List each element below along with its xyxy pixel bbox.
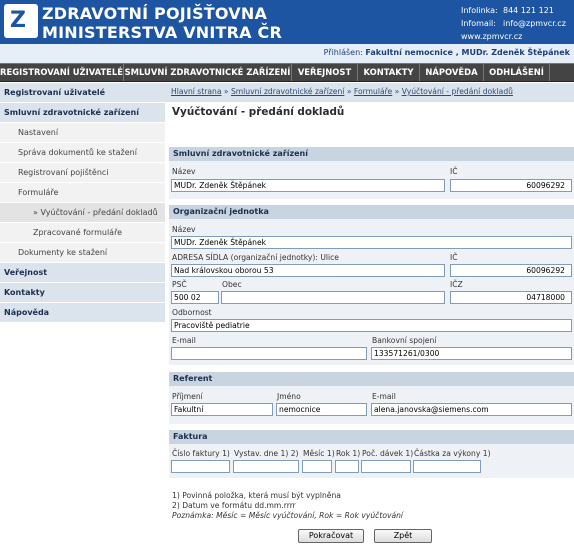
org-ic-field[interactable]: 60096292 xyxy=(450,264,572,277)
org-odbornost-field[interactable]: Pracoviště pediatrie xyxy=(171,319,572,332)
org-name-line2: MINISTERSTVA VNITRA ČR xyxy=(42,23,282,42)
logo-letter: Z xyxy=(10,8,26,33)
referent-email-label: E-mail xyxy=(372,392,396,401)
org-name-field[interactable]: MUDr. Zdeněk Štěpánek xyxy=(171,236,572,249)
faktura-mesic-label: Měsíc 1) xyxy=(303,449,335,458)
nav-registrovani-uzivatele[interactable]: REGISTROVANÍ UŽIVATELÉ xyxy=(0,64,124,81)
org-ic-label: IČ xyxy=(450,253,458,262)
org-icz-field[interactable]: 04718000 xyxy=(450,291,572,304)
faktura-davek-field[interactable] xyxy=(361,460,411,473)
faktura-vystav-field[interactable] xyxy=(233,460,299,473)
sidebar-item-formulare[interactable]: Formuláře xyxy=(0,183,165,203)
referent-firstname-field[interactable]: nemocnice xyxy=(276,403,367,416)
note-required: 1) Povinná položka, která musí být vypln… xyxy=(172,491,341,500)
breadcrumb: Hlavní strana » Smluvní zdravotnické zař… xyxy=(165,83,574,102)
sidebar-item-nastaveni[interactable]: Nastavení xyxy=(0,123,165,143)
org-address-label: ADRESA SÍDLA (organizační jednotky): Uli… xyxy=(172,253,339,262)
sidebar-item-sprava-dokumentu[interactable]: Správa dokumentů ke stažení xyxy=(0,143,165,163)
faktura-mesic-field[interactable] xyxy=(302,460,332,473)
note-date-format: 2) Datum ve formátu dd.mm.rrrr xyxy=(172,501,296,510)
szz-ic-label: IČ xyxy=(450,167,458,176)
nav-kontakty[interactable]: KONTAKTY xyxy=(358,64,420,81)
org-icz-label: IČZ xyxy=(450,280,463,289)
org-odbornost-label: Odbornost xyxy=(172,308,212,317)
referent-surname-field[interactable]: Fakultní xyxy=(171,403,273,416)
org-address-field[interactable]: Nad královskou oborou 53 xyxy=(171,264,445,277)
login-user: Fakultní nemocnice , MUDr. Zdeněk Štěpán… xyxy=(365,48,570,57)
top-navigation: REGISTROVANÍ UŽIVATELÉ SMLUVNÍ ZDRAVOTNI… xyxy=(0,63,574,82)
org-psc-field[interactable]: 500 02 xyxy=(171,291,219,304)
sidebar: Registrovaní uživatelé Smluvní zdravotni… xyxy=(0,83,165,547)
faktura-castka-field[interactable] xyxy=(413,460,481,473)
sidebar-item-napoveda[interactable]: Nápověda xyxy=(0,303,165,323)
org-email-field[interactable] xyxy=(171,347,367,360)
faktura-cislo-field[interactable] xyxy=(171,460,230,473)
section-szz-header: Smluvní zdravotnické zařízení xyxy=(169,147,574,161)
sidebar-item-verejnost[interactable]: Veřejnost xyxy=(0,263,165,283)
section-faktura-header: Faktura xyxy=(169,430,574,444)
referent-surname-label: Příjmení xyxy=(172,392,203,401)
sidebar-item-kontakty[interactable]: Kontakty xyxy=(0,283,165,303)
sidebar-item-zpracovane-formulare[interactable]: Zpracované formuláře xyxy=(0,223,165,243)
back-button[interactable]: Zpět xyxy=(374,529,432,543)
szz-name-label: Název xyxy=(172,167,196,176)
org-obec-label: Obec xyxy=(222,280,242,289)
login-info: Přihlášen: Fakultní nemocnice , MUDr. Zd… xyxy=(324,48,570,57)
infomail-label: Infomail: xyxy=(461,19,496,28)
breadcrumb-separator: » xyxy=(392,87,402,96)
nav-smluvni-zarizeni[interactable]: SMLUVNÍ ZDRAVOTNICKÉ ZAŘÍZENÍ xyxy=(124,64,292,81)
logo[interactable]: Z xyxy=(4,4,38,38)
faktura-castka-label: Částka za výkony 1) xyxy=(414,449,491,458)
nav-verejnost[interactable]: VEŘEJNOST xyxy=(292,64,358,81)
sidebar-item-vyuctovani[interactable]: » Vyúčtování - předání dokladů xyxy=(0,203,165,223)
org-email-label: E-mail xyxy=(172,336,196,345)
breadcrumb-current[interactable]: Vyúčtování - předání dokladů xyxy=(402,87,513,96)
sidebar-item-registrovani-pojistenci[interactable]: Registrovaní pojištěnci xyxy=(0,163,165,183)
site-header: Z ZDRAVOTNÍ POJIŠŤOVNA MINISTERSTVA VNIT… xyxy=(0,0,574,63)
infolinka-label: Infolinka: xyxy=(461,6,498,15)
szz-ic-field[interactable]: 60096292 xyxy=(450,179,572,192)
nav-odhlaseni[interactable]: ODHLÁŠENÍ xyxy=(484,64,550,81)
sidebar-item-smluvni-zarizeni[interactable]: Smluvní zdravotnické zařízení xyxy=(0,103,165,123)
breadcrumb-home[interactable]: Hlavní strana xyxy=(171,87,221,96)
breadcrumb-formulare[interactable]: Formuláře xyxy=(354,87,392,96)
breadcrumb-szz[interactable]: Smluvní zdravotnické zařízení xyxy=(231,87,344,96)
note-remark: Poznámka: Měsíc = Měsíc vyúčtování, Rok … xyxy=(172,511,403,520)
continue-button[interactable]: Pokračovat xyxy=(298,529,364,543)
section-referent-header: Referent xyxy=(169,372,574,386)
nav-napoveda[interactable]: NÁPOVĚDA xyxy=(420,64,484,81)
infomail-link[interactable]: info@zpmvcr.cz xyxy=(503,19,566,28)
org-bank-field[interactable]: 133571261/0300 xyxy=(371,347,572,360)
referent-firstname-label: Jméno xyxy=(277,392,301,401)
referent-email-field[interactable]: alena.janovska@siemens.com xyxy=(371,403,572,416)
org-psc-label: PSČ xyxy=(172,280,187,289)
infolinka-value: 844 121 121 xyxy=(503,6,554,15)
breadcrumb-separator: » xyxy=(344,87,354,96)
page-title: Vyúčtování - předání dokladů xyxy=(172,106,345,118)
faktura-rok-field[interactable] xyxy=(335,460,359,473)
org-obec-field[interactable] xyxy=(221,291,445,304)
org-name-line1: ZDRAVOTNÍ POJIŠŤOVNA xyxy=(42,4,268,23)
note-remark-text: Poznámka: Měsíc = Měsíc vyúčtování, Rok … xyxy=(172,511,404,520)
faktura-cislo-label: Číslo faktury 1) xyxy=(172,449,230,458)
faktura-rok-label: Rok 1) xyxy=(336,449,361,458)
website-link[interactable]: www.zpmvcr.cz xyxy=(461,32,522,41)
section-org-header: Organizační jednotka xyxy=(169,205,574,219)
main-content: Hlavní strana » Smluvní zdravotnické zař… xyxy=(165,83,574,547)
sidebar-item-registrovani-uzivatele[interactable]: Registrovaní uživatelé xyxy=(0,83,165,103)
szz-name-field[interactable]: MUDr. Zdeněk Štěpánek xyxy=(171,179,445,192)
org-name-label: Název xyxy=(172,225,196,234)
sidebar-item-dokumenty[interactable]: Dokumenty ke stažení xyxy=(0,243,165,263)
login-bar: Přihlášen: Fakultní nemocnice , MUDr. Zd… xyxy=(0,44,574,63)
faktura-davek-label: Poč. dávek 1) xyxy=(362,449,414,458)
org-bank-label: Bankovní spojení xyxy=(372,336,437,345)
login-label: Přihlášen: xyxy=(323,48,363,57)
breadcrumb-separator: » xyxy=(221,87,231,96)
faktura-vystav-label: Vystav. dne 1) 2) xyxy=(234,449,299,458)
